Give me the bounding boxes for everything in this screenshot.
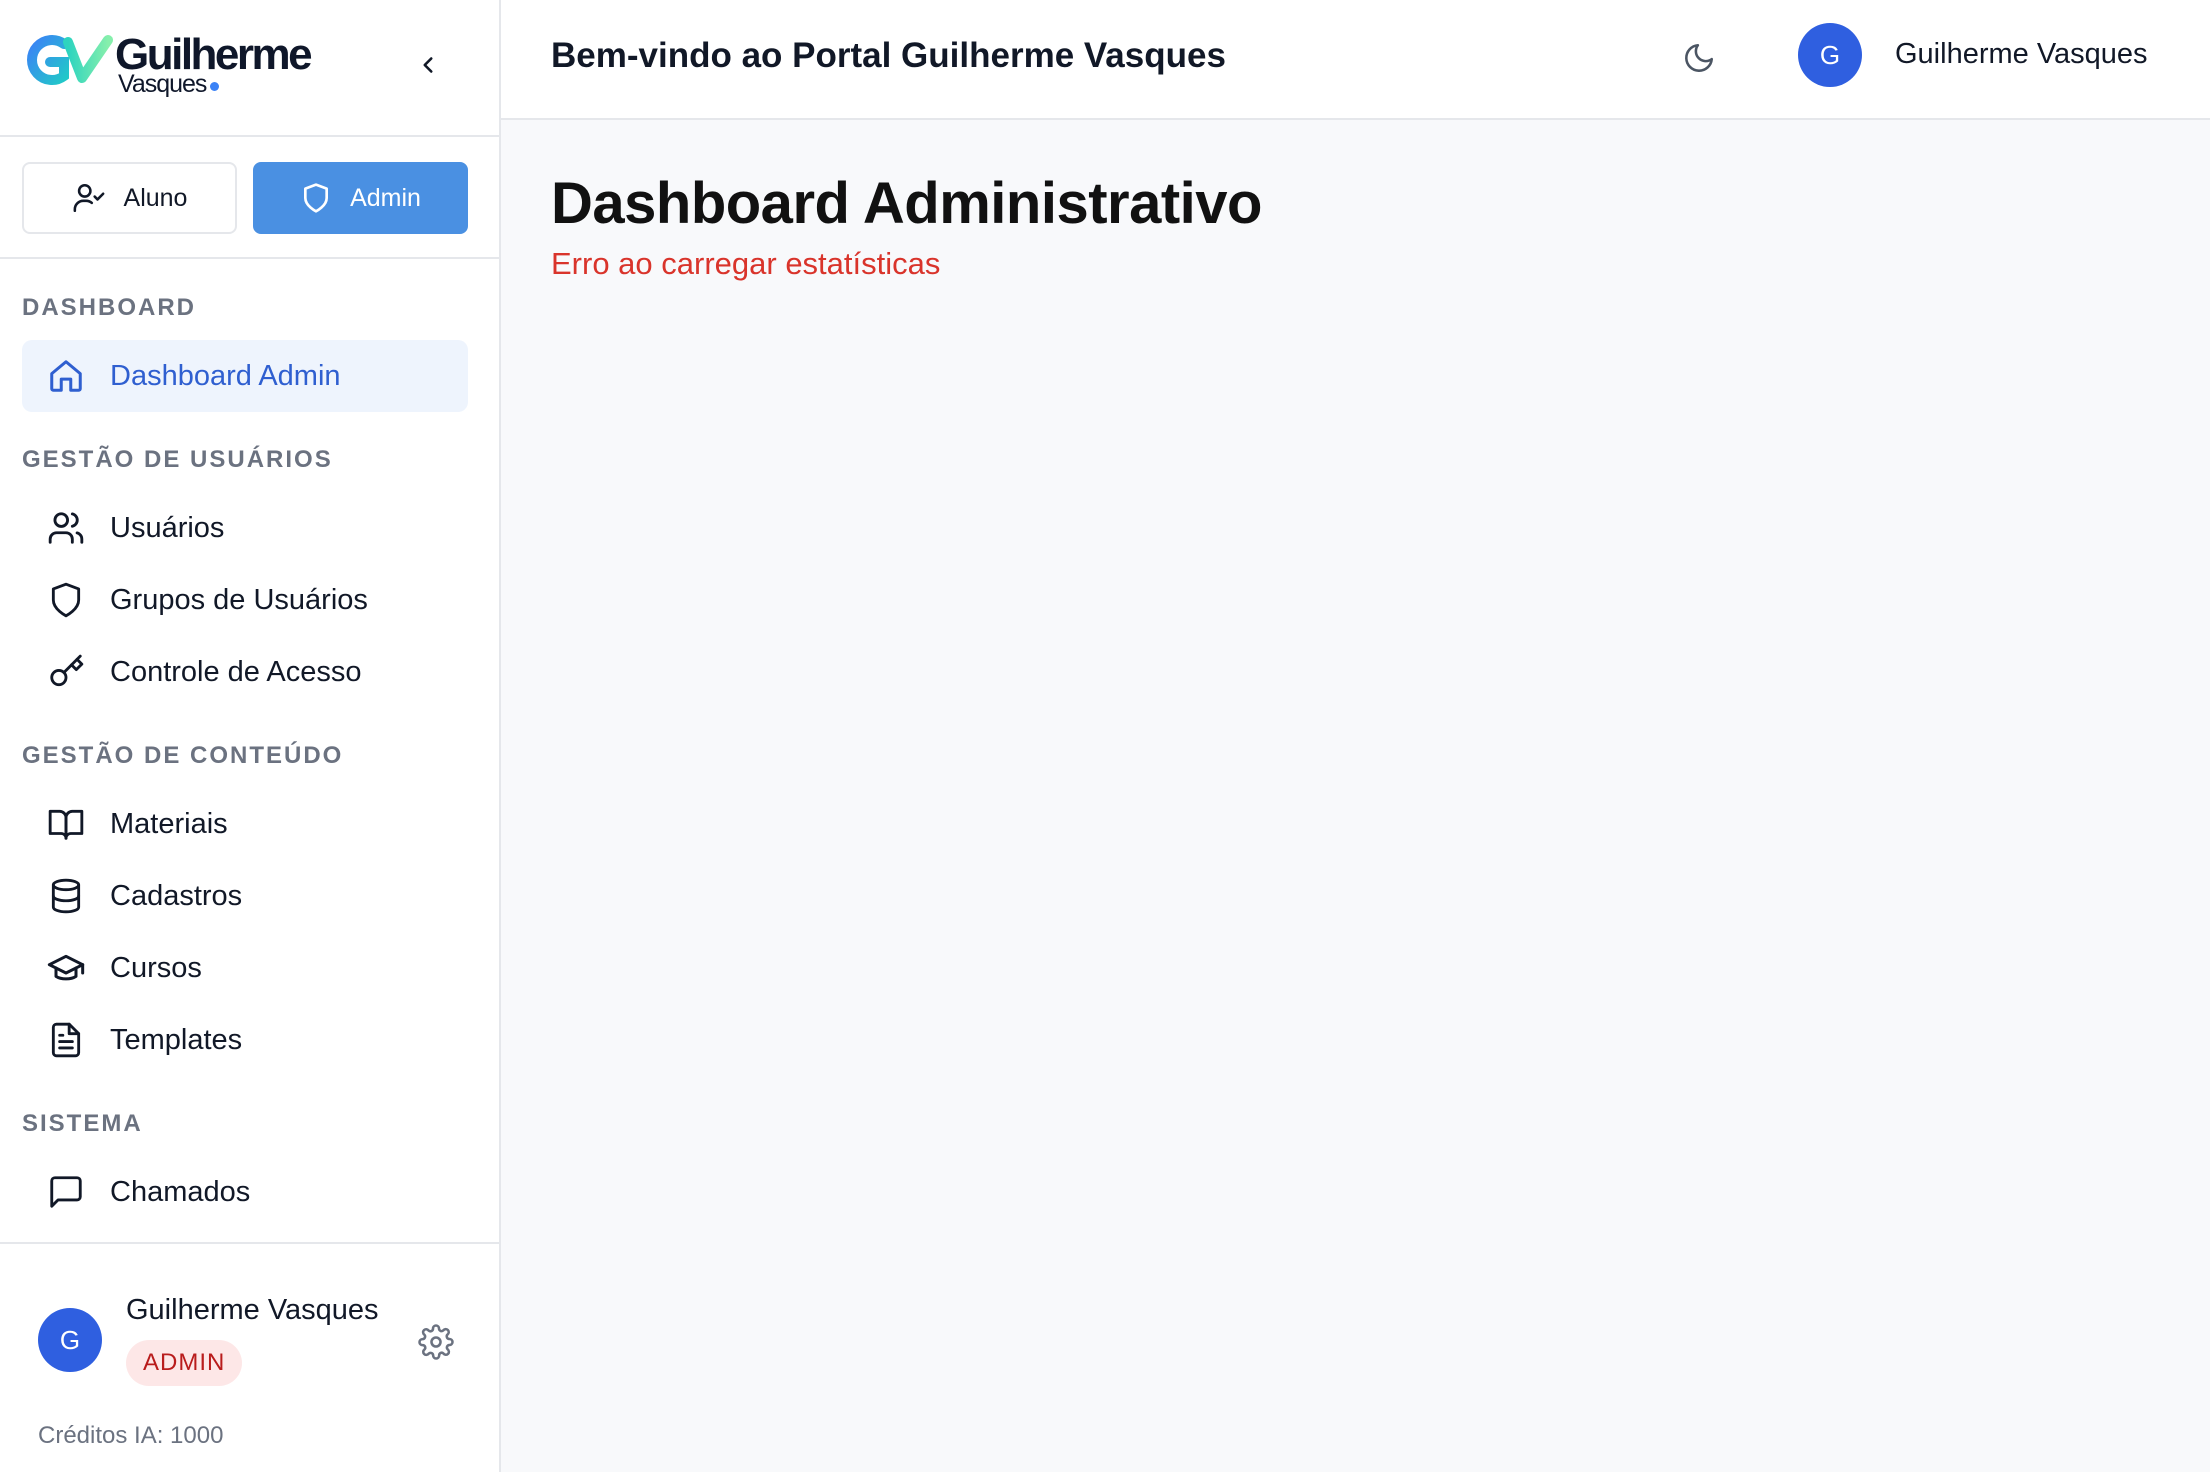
sidebar-item-templates[interactable]: Templates bbox=[22, 1004, 468, 1076]
graduation-cap-icon bbox=[44, 946, 88, 990]
logo[interactable]: Guilherme Vasques bbox=[20, 28, 320, 100]
logo-area: Guilherme Vasques bbox=[0, 0, 499, 137]
shield-icon bbox=[304, 183, 329, 213]
app-root: Guilherme Vasques Aluno Admin DASHBOARD bbox=[0, 0, 2210, 1472]
key-icon bbox=[44, 650, 88, 694]
sidebar-item-label: Chamados bbox=[110, 1175, 251, 1208]
avatar: G bbox=[38, 1308, 102, 1372]
collapse-sidebar-button[interactable] bbox=[405, 42, 451, 88]
sidebar-item-chamados[interactable]: Chamados bbox=[22, 1156, 468, 1228]
section-title-sistema: SISTEMA bbox=[22, 1110, 143, 1137]
sidebar-item-label: Templates bbox=[110, 1023, 243, 1056]
user-check-icon bbox=[73, 183, 104, 213]
ai-credits: Créditos IA: 1000 bbox=[38, 1422, 224, 1449]
sidebar-item-label: Dashboard Admin bbox=[110, 359, 341, 392]
user-name: Guilherme Vasques bbox=[126, 1294, 379, 1326]
sidebar-item-label: Usuários bbox=[110, 511, 225, 544]
book-icon bbox=[44, 802, 88, 846]
logo-dot bbox=[210, 82, 219, 91]
user-card: G Guilherme Vasques ADMIN Créditos IA: 1… bbox=[0, 1242, 499, 1472]
role-admin-button[interactable]: Admin bbox=[253, 162, 468, 234]
settings-button[interactable] bbox=[418, 1324, 454, 1360]
header-user-name[interactable]: Guilherme Vasques bbox=[1895, 38, 2148, 71]
role-switch: Aluno Admin bbox=[0, 139, 499, 259]
role-admin-label: Admin bbox=[350, 183, 421, 212]
sidebar-item-controle-acesso[interactable]: Controle de Acesso bbox=[22, 636, 468, 708]
sidebar: Guilherme Vasques Aluno Admin DASHBOARD bbox=[0, 0, 501, 1472]
home-icon bbox=[44, 354, 88, 398]
sidebar-item-materiais[interactable]: Materiais bbox=[22, 788, 468, 860]
sidebar-item-label: Grupos de Usuários bbox=[110, 583, 368, 616]
users-icon bbox=[44, 506, 88, 550]
welcome-title: Bem-vindo ao Portal Guilherme Vasques bbox=[551, 36, 1226, 75]
section-title-dashboard: DASHBOARD bbox=[22, 294, 196, 321]
section-title-gestao-usuarios: GESTÃO DE USUÁRIOS bbox=[22, 446, 333, 473]
sidebar-item-usuarios[interactable]: Usuários bbox=[22, 492, 468, 564]
role-aluno-button[interactable]: Aluno bbox=[22, 162, 237, 234]
sidebar-item-dashboard-admin[interactable]: Dashboard Admin bbox=[22, 340, 468, 412]
sidebar-item-label: Controle de Acesso bbox=[110, 655, 362, 688]
error-message: Erro ao carregar estatísticas bbox=[551, 246, 941, 281]
sidebar-item-label: Materiais bbox=[110, 807, 228, 840]
sidebar-item-cursos[interactable]: Cursos bbox=[22, 932, 468, 1004]
logo-mark-icon bbox=[27, 35, 113, 85]
database-icon bbox=[44, 874, 88, 918]
shield-icon bbox=[44, 578, 88, 622]
moon-icon bbox=[1685, 43, 1714, 72]
file-text-icon bbox=[44, 1018, 88, 1062]
section-title-gestao-conteudo: GESTÃO DE CONTEÚDO bbox=[22, 742, 344, 769]
gear-icon bbox=[418, 1324, 454, 1360]
top-header: Bem-vindo ao Portal Guilherme Vasques G … bbox=[501, 0, 2210, 120]
main-content: Dashboard Administrativo Erro ao carrega… bbox=[501, 122, 2210, 1472]
role-badge: ADMIN bbox=[126, 1340, 243, 1386]
theme-toggle-button[interactable] bbox=[1677, 36, 1721, 80]
message-square-icon bbox=[44, 1170, 88, 1214]
sidebar-item-grupos-usuarios[interactable]: Grupos de Usuários bbox=[22, 564, 468, 636]
page-title: Dashboard Administrativo bbox=[551, 171, 1262, 236]
header-avatar[interactable]: G bbox=[1798, 23, 1862, 87]
logo-text-secondary: Vasques bbox=[118, 70, 207, 98]
sidebar-item-cadastros[interactable]: Cadastros bbox=[22, 860, 468, 932]
chevron-left-icon bbox=[423, 57, 433, 73]
sidebar-item-label: Cursos bbox=[110, 951, 202, 984]
role-aluno-label: Aluno bbox=[123, 183, 188, 212]
sidebar-item-label: Cadastros bbox=[110, 879, 243, 912]
